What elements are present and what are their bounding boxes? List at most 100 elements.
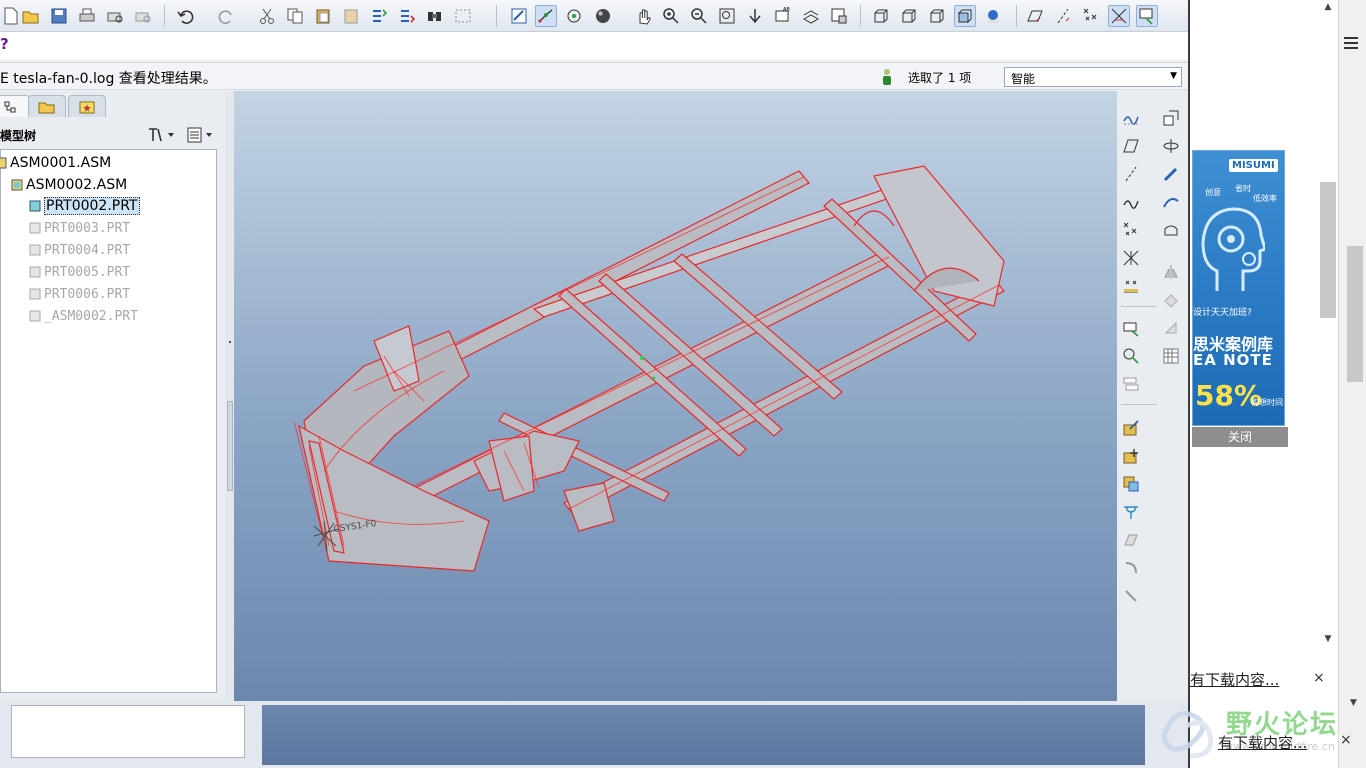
download-link[interactable]: 有下载内容... <box>1190 669 1279 690</box>
model-tree-title: 模型树 <box>0 129 37 143</box>
tree-item-prt0003[interactable]: PRT0003.PRT <box>29 218 130 238</box>
browser-scroll-panel <box>1338 0 1366 768</box>
tree-item-asm0001[interactable]: ASM0001.ASM <box>0 153 111 173</box>
advertisement-banner[interactable]: MISUMI 创意 省时 低效率 设计天天加班? 思米案例库 EA NOTE 5… <box>1192 150 1285 426</box>
datum-point-icon[interactable] <box>1080 5 1102 27</box>
paste-icon[interactable] <box>312 5 334 27</box>
shell-icon[interactable] <box>1119 529 1143 551</box>
datum-axis-tool-icon[interactable] <box>1119 163 1143 185</box>
pattern-icon[interactable] <box>1159 345 1183 367</box>
cut-icon[interactable] <box>256 5 278 27</box>
copy-icon[interactable] <box>284 5 306 27</box>
scroll-up-icon[interactable]: ▲ <box>1320 2 1336 16</box>
note-tool-icon[interactable] <box>1119 373 1143 395</box>
trim-icon[interactable] <box>1159 317 1183 339</box>
tab-favorites[interactable] <box>68 95 106 117</box>
tree-settings-icon[interactable] <box>146 125 176 145</box>
tree-show-icon[interactable] <box>186 125 216 145</box>
find-icon[interactable] <box>424 5 446 27</box>
scroll-down-icon[interactable]: ▼ <box>1320 634 1336 648</box>
sweep-icon[interactable] <box>1159 163 1183 185</box>
close-icon[interactable]: × <box>1313 670 1325 686</box>
datum-plane-tool-icon[interactable] <box>1119 135 1143 157</box>
view-manager-icon[interactable] <box>828 5 850 27</box>
layers-icon[interactable] <box>800 5 822 27</box>
sketch-icon[interactable] <box>1119 107 1143 129</box>
graphics-window[interactable]: CSYS1-F0 <box>234 91 1117 701</box>
chamfer-icon[interactable] <box>1119 585 1143 607</box>
select-box-icon[interactable] <box>452 5 474 27</box>
appearance-icon[interactable] <box>592 5 614 27</box>
create-component-icon[interactable] <box>1119 445 1143 467</box>
annotation-tool-icon[interactable] <box>1119 345 1143 367</box>
orient-icon[interactable] <box>563 5 585 27</box>
datum-plane-icon[interactable] <box>1024 5 1046 27</box>
merge-icon[interactable] <box>1159 289 1183 311</box>
menu-icon[interactable] <box>1343 36 1359 50</box>
round-icon[interactable] <box>1119 557 1143 579</box>
hidden-line-icon[interactable] <box>898 5 920 27</box>
csys-tool-icon[interactable] <box>1119 247 1143 269</box>
selection-count: 选取了 1 项 <box>908 71 972 85</box>
blend-icon[interactable] <box>1159 191 1183 213</box>
analysis-icon[interactable] <box>1119 275 1143 297</box>
datum-axis-icon[interactable] <box>1052 5 1074 27</box>
ad-close-button[interactable]: 关闭 <box>1192 427 1288 447</box>
mirror-icon[interactable] <box>1159 261 1183 283</box>
tree-item-asm0002[interactable]: ASM0002.ASM <box>11 175 127 195</box>
datum-curve-icon[interactable] <box>1119 191 1143 213</box>
save-icon[interactable] <box>48 5 70 27</box>
print-icon[interactable] <box>76 5 98 27</box>
ad-tag: 创意 <box>1205 188 1221 197</box>
favorites-icon <box>79 101 95 113</box>
tree-item-prt0002[interactable]: PRT0002.PRT <box>29 196 140 216</box>
bottom-area <box>0 701 1188 768</box>
svg-text:AB: AB <box>783 7 790 13</box>
close-icon[interactable]: × <box>1340 732 1352 748</box>
insert-component-icon[interactable] <box>1119 317 1143 339</box>
help-prompt-icon: ? <box>0 35 9 53</box>
pan-icon[interactable] <box>632 5 654 27</box>
tree-item-prt0006[interactable]: PRT0006.PRT <box>29 284 130 304</box>
no-hidden-icon[interactable] <box>926 5 948 27</box>
scrollbar-thumb[interactable] <box>1320 182 1336 318</box>
repaint-icon[interactable] <box>508 5 530 27</box>
regenerate-icon[interactable] <box>368 5 390 27</box>
navigator-panel: 模型树 ASM0001.ASM ASM0002.ASM PRT0002.PRT <box>0 91 226 701</box>
selection-filter-dropdown[interactable]: 智能 ▼ <box>1004 67 1182 87</box>
tree-item-prt0005[interactable]: PRT0005.PRT <box>29 262 130 282</box>
tab-model-tree[interactable] <box>0 95 30 117</box>
undo-icon[interactable] <box>174 5 196 27</box>
assemble-icon[interactable] <box>1119 417 1143 439</box>
extrude-icon[interactable] <box>1159 107 1183 129</box>
reorient-icon[interactable] <box>744 5 766 27</box>
paste-special-icon[interactable] <box>340 5 362 27</box>
download-link[interactable]: 有下载内容... <box>1218 732 1307 753</box>
datum-point-tool-icon[interactable] <box>1119 219 1143 241</box>
saved-views-icon[interactable]: AB <box>772 5 794 27</box>
revolve-icon[interactable] <box>1159 135 1183 157</box>
hole-icon[interactable] <box>1119 501 1143 523</box>
package-icon[interactable] <box>1119 473 1143 495</box>
regenerate-manager-icon[interactable] <box>396 5 418 27</box>
shading-icon[interactable] <box>954 5 976 27</box>
zoom-out-icon[interactable] <box>688 5 710 27</box>
coord-sys-icon[interactable] <box>1108 5 1130 27</box>
scrollbar-thumb[interactable] <box>1347 246 1363 382</box>
tree-item-asm0002-skeleton[interactable]: _ASM0002.PRT <box>29 306 138 326</box>
open-icon[interactable] <box>20 5 42 27</box>
panel-splitter[interactable] <box>226 91 234 701</box>
tree-item-prt0004[interactable]: PRT0004.PRT <box>29 240 130 260</box>
preview-icon[interactable] <box>104 5 126 27</box>
email-icon[interactable] <box>132 5 154 27</box>
spin-center-icon[interactable] <box>535 5 557 27</box>
zoom-in-icon[interactable] <box>660 5 682 27</box>
enhanced-realism-icon[interactable] <box>982 5 1004 27</box>
refit-icon[interactable] <box>716 5 738 27</box>
annotation-icon[interactable] <box>1136 5 1158 27</box>
wireframe-icon[interactable] <box>870 5 892 27</box>
new-icon[interactable] <box>0 5 22 27</box>
tab-folder-browser[interactable] <box>28 95 66 117</box>
boundary-blend-icon[interactable] <box>1159 219 1183 241</box>
redo-icon[interactable] <box>216 5 238 27</box>
